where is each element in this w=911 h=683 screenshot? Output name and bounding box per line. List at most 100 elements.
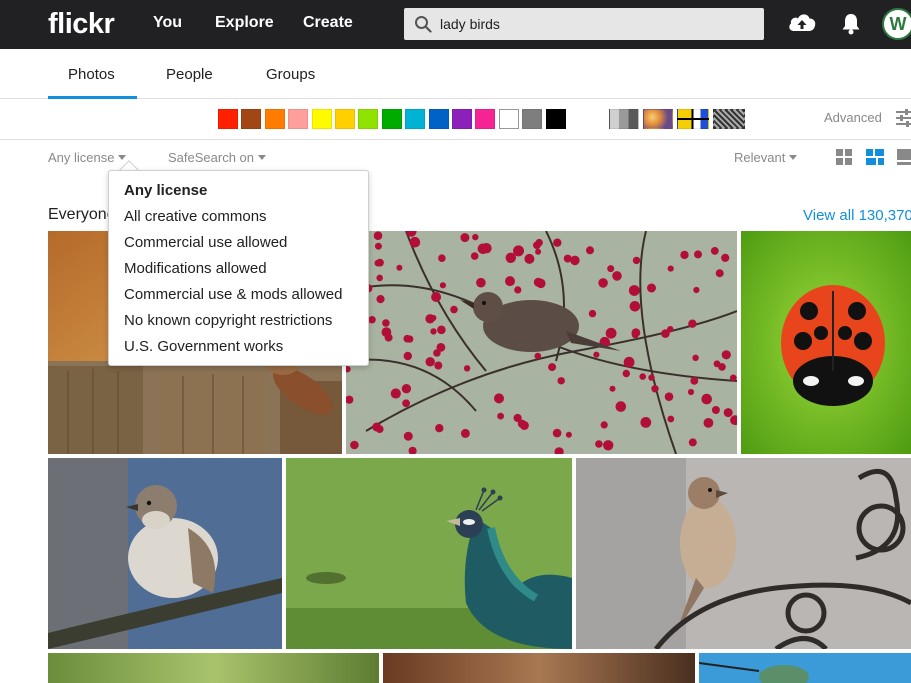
berry [524, 253, 535, 264]
color-swatch-7[interactable] [358, 109, 379, 129]
license-filter[interactable]: Any license [48, 150, 127, 165]
berry [494, 393, 504, 404]
grid-view-icon[interactable] [836, 149, 852, 165]
berry [514, 286, 522, 294]
berry [403, 431, 413, 441]
flickr-logo[interactable]: flickr [48, 8, 115, 41]
photo-blackbird-on-berries[interactable] [346, 231, 737, 454]
berry [430, 314, 437, 322]
notifications-bell-icon[interactable] [840, 12, 862, 36]
top-navigation-bar: flickr You Explore Create W [0, 0, 911, 49]
berry [374, 242, 382, 250]
photo-row3-middle[interactable] [383, 653, 695, 683]
tab-groups[interactable]: Groups [266, 66, 315, 83]
berry [534, 352, 542, 360]
sort-filter[interactable]: Relevant [734, 150, 798, 165]
license-option-commercial-use[interactable]: Commercial use allowed [124, 234, 287, 251]
view-all-link[interactable]: View all 130,370 [803, 207, 911, 224]
license-option-no-known-copyright[interactable]: No known copyright restrictions [124, 312, 332, 329]
nav-explore[interactable]: Explore [215, 14, 274, 32]
search-input[interactable] [440, 12, 750, 36]
berry [598, 278, 608, 288]
license-dropdown-menu: Any license All creative commons Commerc… [108, 170, 369, 366]
license-option-commercial-and-mods[interactable]: Commercial use & mods allowed [124, 286, 342, 303]
photo-ladybug-on-leaf[interactable] [741, 231, 911, 454]
berry [588, 309, 597, 318]
sliders-icon[interactable] [896, 109, 911, 127]
berry [505, 276, 515, 287]
style-patterns[interactable] [713, 109, 745, 129]
photo-sparrow-on-branch[interactable] [48, 458, 282, 649]
berry [632, 256, 641, 265]
berry [628, 285, 640, 296]
style-shallow-depth-of-field[interactable] [643, 109, 673, 129]
berry [586, 246, 594, 255]
photo-finch-on-iron-scroll[interactable] [576, 458, 911, 649]
berry [497, 412, 504, 420]
berry [375, 425, 384, 433]
berry [460, 233, 470, 243]
berry [711, 406, 720, 414]
tab-photos[interactable]: Photos [68, 66, 115, 83]
color-swatch-1[interactable] [218, 109, 238, 129]
search-box[interactable] [404, 8, 764, 40]
color-swatch-10[interactable] [428, 109, 449, 129]
tab-people[interactable]: People [166, 66, 213, 83]
berry [450, 305, 458, 314]
advanced-link[interactable]: Advanced [824, 110, 882, 125]
license-option-any[interactable]: Any license [124, 182, 207, 199]
berry [664, 392, 674, 401]
chevron-down-icon [258, 155, 267, 160]
safesearch-filter[interactable]: SafeSearch on [168, 150, 267, 165]
nav-you[interactable]: You [153, 14, 182, 32]
active-tab-indicator [48, 96, 137, 99]
color-swatch-8[interactable] [381, 109, 402, 129]
license-option-modifications[interactable]: Modifications allowed [124, 260, 267, 277]
color-swatch-6[interactable] [335, 109, 355, 129]
berry [693, 286, 700, 294]
berry [463, 365, 471, 372]
berry [680, 250, 689, 260]
berry [470, 252, 479, 260]
berry [640, 417, 652, 428]
user-avatar[interactable]: W [882, 8, 911, 40]
berry [533, 277, 543, 287]
justified-view-icon[interactable] [866, 149, 884, 165]
chevron-down-icon [118, 155, 127, 160]
upload-cloud-icon[interactable] [787, 11, 817, 35]
berry [688, 438, 697, 447]
color-swatch-11[interactable] [452, 109, 472, 129]
color-swatch-5[interactable] [311, 109, 332, 129]
color-swatch-9[interactable] [405, 109, 426, 129]
nav-create[interactable]: Create [303, 14, 353, 32]
berry [687, 388, 695, 396]
berry [667, 415, 675, 423]
color-swatch-15[interactable] [545, 109, 566, 129]
style-minimalist[interactable] [677, 109, 709, 129]
style-black-and-white[interactable] [609, 109, 639, 129]
berry [368, 316, 376, 324]
berry [535, 248, 542, 255]
color-swatch-14[interactable] [522, 109, 543, 129]
berry [715, 269, 724, 278]
berry [622, 369, 630, 378]
color-swatch-12[interactable] [475, 109, 496, 129]
photo-peacock-in-grass[interactable] [286, 458, 572, 649]
berry [390, 388, 401, 399]
single-view-icon[interactable] [897, 149, 911, 165]
berry [721, 253, 730, 262]
berry [690, 377, 699, 385]
berry [376, 295, 385, 304]
berry [612, 271, 622, 281]
photo-row3-left[interactable] [48, 653, 379, 683]
color-swatch-4[interactable] [288, 109, 309, 129]
license-option-us-government[interactable]: U.S. Government works [124, 338, 283, 355]
color-swatch-2[interactable] [241, 109, 262, 129]
color-swatch-13[interactable] [498, 109, 519, 129]
color-swatch-3[interactable] [264, 109, 285, 129]
berry [425, 357, 435, 367]
license-option-all-creative-commons[interactable]: All creative commons [124, 208, 267, 225]
chevron-down-icon [789, 155, 798, 160]
photo-row3-right-hummingbird[interactable] [699, 653, 911, 683]
berry [409, 236, 421, 248]
